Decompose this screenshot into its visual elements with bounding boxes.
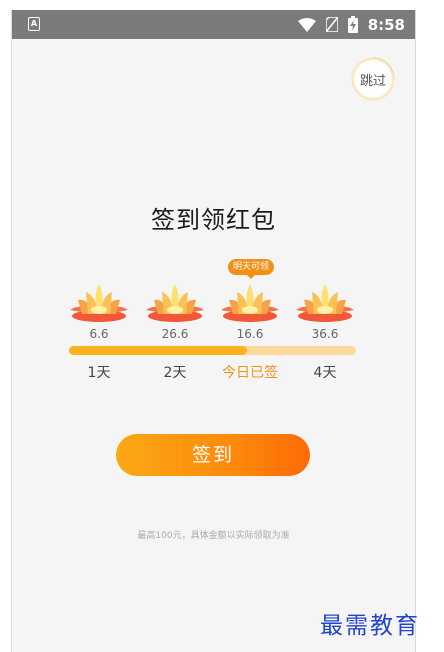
reward-amount: 16.6	[236, 327, 264, 341]
day-4-reward: 36.6	[290, 280, 360, 341]
day-label-1: 1天	[87, 365, 111, 381]
status-bar: A 8:58	[12, 10, 415, 39]
app-notification-icon: A	[28, 17, 40, 31]
reward-note: 最高100元，具体金额以实际领取为准	[137, 531, 290, 541]
reward-amount: 6.6	[89, 327, 109, 341]
day-label-today: 今日已签	[222, 365, 278, 381]
signin-progress-track	[69, 346, 356, 355]
day-3-reward: 16.6	[215, 280, 285, 341]
status-icons: 8:58	[297, 10, 405, 39]
lotus-icon	[296, 284, 354, 322]
skip-button[interactable]: 跳过	[354, 60, 392, 98]
day-label-2: 2天	[163, 365, 187, 381]
reward-amount: 26.6	[161, 327, 189, 341]
watermark-logo: 最需教育	[320, 613, 420, 639]
lotus-icon	[146, 284, 204, 322]
lotus-icon	[70, 284, 128, 322]
reward-amount: 36.6	[311, 327, 339, 341]
app-screen: A 8:58 跳过 签到领红包 明天可领 6.6 26.6 16.6 36.6 …	[11, 10, 416, 652]
status-time: 8:58	[367, 15, 405, 34]
page-title: 签到领红包	[151, 206, 276, 234]
no-sim-icon	[325, 17, 338, 32]
signin-button[interactable]: 签到	[116, 434, 310, 476]
battery-charging-icon	[347, 16, 358, 33]
tomorrow-tooltip: 明天可领	[228, 259, 275, 279]
wifi-icon	[297, 17, 316, 32]
signin-progress-fill	[69, 346, 247, 355]
lotus-icon	[221, 284, 279, 322]
day-2-reward: 26.6	[140, 280, 210, 341]
day-label-4: 4天	[313, 365, 337, 381]
day-1-reward: 6.6	[64, 280, 134, 341]
